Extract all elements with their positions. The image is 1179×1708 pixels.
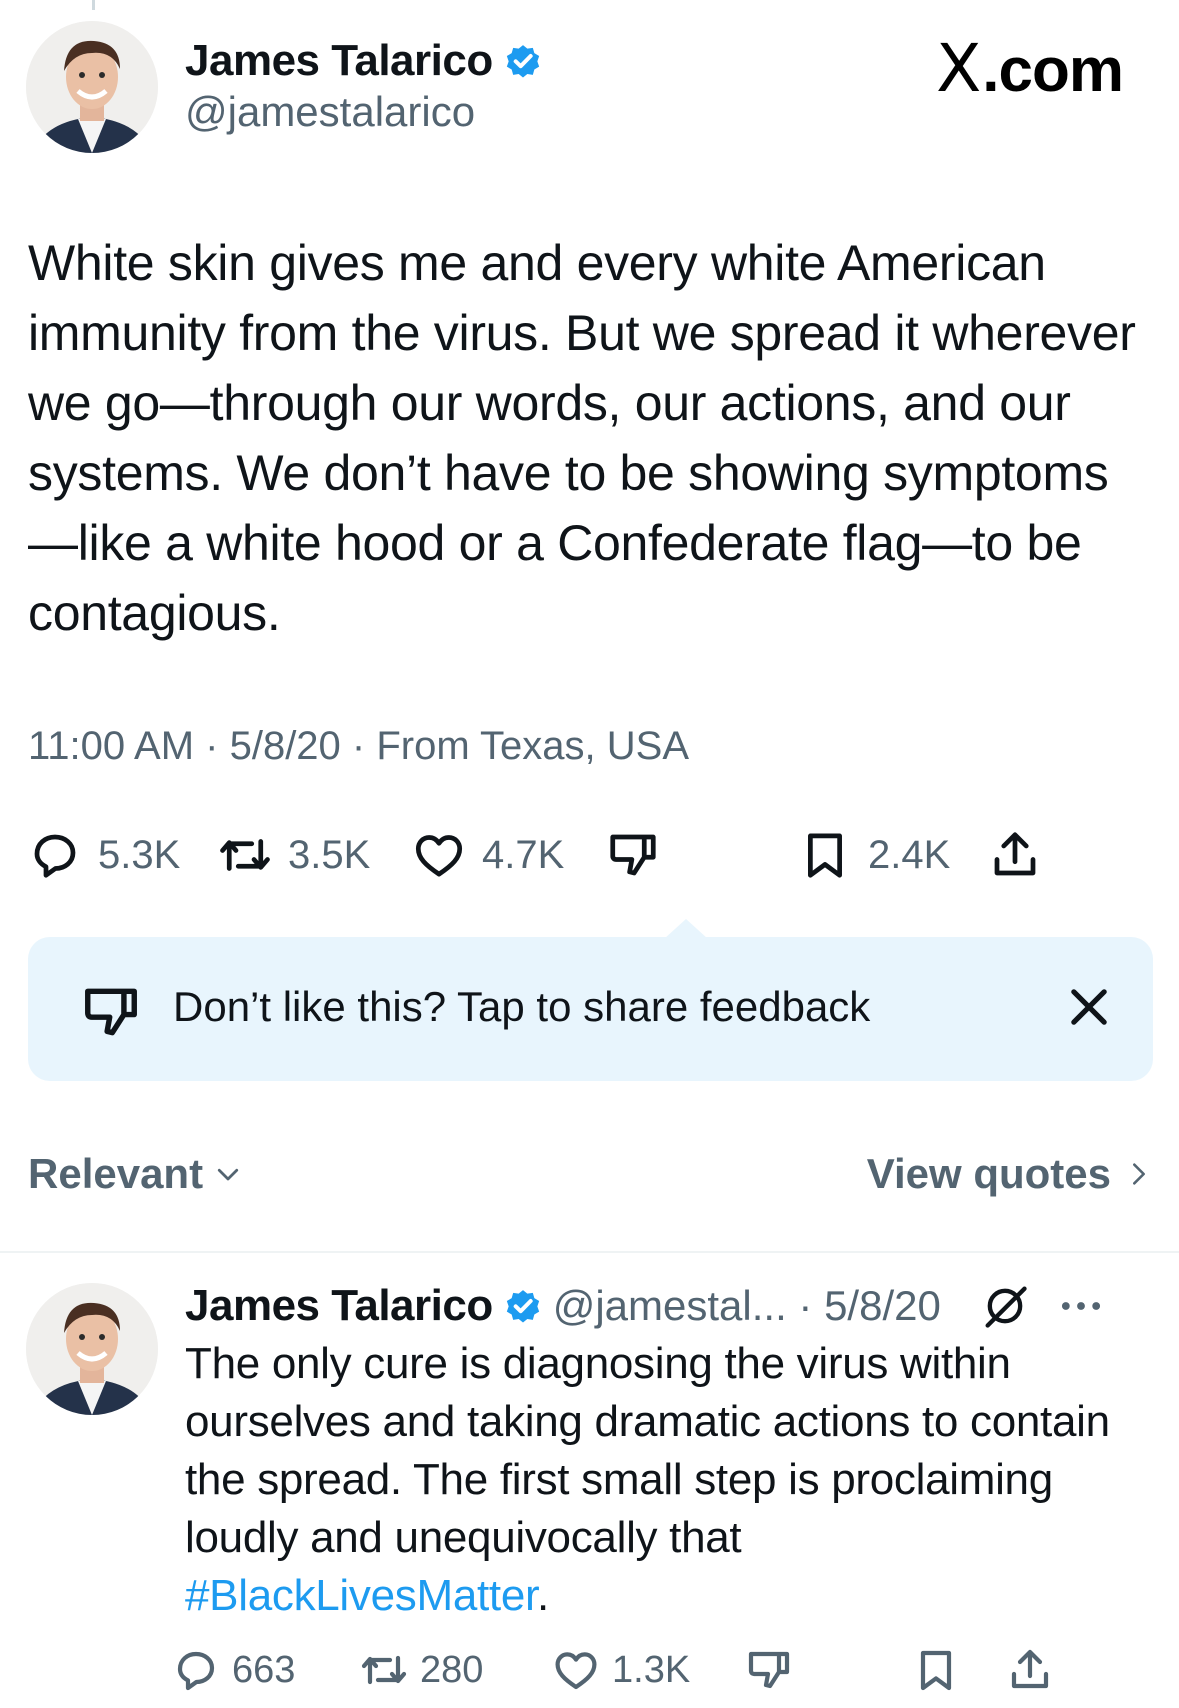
bookmark-icon [920,1650,952,1691]
replies-sort-row: Relevant View quotes [28,1150,1153,1210]
repost-icon [220,839,270,871]
dislike-button[interactable] [606,820,660,890]
hashtag-link[interactable]: #BlackLivesMatter [185,1571,537,1620]
like-count: 4.7K [482,832,565,877]
dislike-icon [610,834,656,876]
close-icon[interactable] [1063,981,1115,1033]
bookmark-button[interactable]: 2.4K [798,820,950,890]
reply-reply-count: 663 [232,1648,296,1691]
reply-repost-count: 280 [420,1648,484,1691]
reply-reply-button[interactable]: 663 [172,1640,295,1700]
repost-icon [361,1655,407,1685]
chevron-right-icon [1133,1163,1145,1185]
verified-badge-icon [506,45,539,78]
share-icon [1011,1649,1049,1689]
tweet-actions: 5.3K 3.5K 4.7K 2.4K [0,820,1179,890]
tweet-meta: 11:00 AM · 5/8/20 · From Texas, USA [28,724,690,768]
author-handle[interactable]: @jamestalarico [185,88,475,136]
view-quotes-link[interactable]: View quotes [867,1150,1153,1198]
feedback-text[interactable]: Don’t like this? Tap to share feedback [173,983,870,1031]
reply-text-body: The only cure is diagnosing the virus wi… [185,1339,1110,1562]
share-icon [994,832,1036,876]
reply-count: 5.3K [98,832,181,877]
sort-label: Relevant [28,1150,204,1197]
like-icon [415,835,463,877]
repost-count: 3.5K [288,832,371,877]
reply-text: The only cure is diagnosing the virus wi… [185,1335,1115,1625]
repost-button[interactable]: 3.5K [218,820,370,890]
reply-header: James Talarico @jamestal... · 5/8/20 [185,1280,1155,1332]
reply-text-end: . [536,1571,549,1620]
grok-icon[interactable] [979,1280,1031,1332]
author-name[interactable]: James Talarico [185,36,493,86]
reply-actions: 663 280 1.3K [0,1640,1179,1700]
reply-like-button[interactable]: 1.3K [552,1640,690,1700]
more-icon[interactable] [1055,1280,1107,1332]
bookmark-count: 2.4K [868,832,951,877]
verified-badge-icon [506,1290,539,1323]
reply-icon [34,834,76,878]
reply-button[interactable]: 5.3K [28,820,180,890]
reply-like-count: 1.3K [612,1648,691,1691]
reply-bookmark-button[interactable] [912,1640,960,1700]
feedback-banner[interactable]: Don’t like this? Tap to share feedback [28,937,1153,1081]
view-quotes-label: View quotes [866,1150,1111,1197]
reply-dislike-button[interactable] [745,1640,793,1700]
like-icon [555,1652,597,1690]
avatar[interactable] [26,21,158,153]
brand-text: .com [982,36,1124,105]
x-logo: X [936,30,981,107]
reply-icon [177,1651,215,1691]
brand-logo: X .com [936,30,1124,107]
reply-author-name[interactable]: James Talarico [185,1281,493,1331]
share-button[interactable] [988,820,1042,890]
tweet-text: White skin gives me and every white Amer… [28,235,1136,641]
author-row[interactable]: James Talarico [185,36,543,86]
reply-handle-date[interactable]: @jamestal... · 5/8/20 [553,1282,941,1330]
dislike-icon [85,988,137,1036]
feedback-pointer [664,919,708,939]
reply-avatar[interactable] [26,1283,158,1415]
thread-line [92,0,95,10]
reply-repost-button[interactable]: 280 [360,1640,483,1700]
like-button[interactable]: 4.7K [412,820,564,890]
reply-share-button[interactable] [1006,1640,1054,1700]
bookmark-icon [808,833,842,878]
divider [0,1251,1179,1253]
sort-dropdown[interactable]: Relevant [28,1150,243,1198]
chevron-down-icon [217,1168,239,1181]
dislike-icon [748,1651,790,1689]
